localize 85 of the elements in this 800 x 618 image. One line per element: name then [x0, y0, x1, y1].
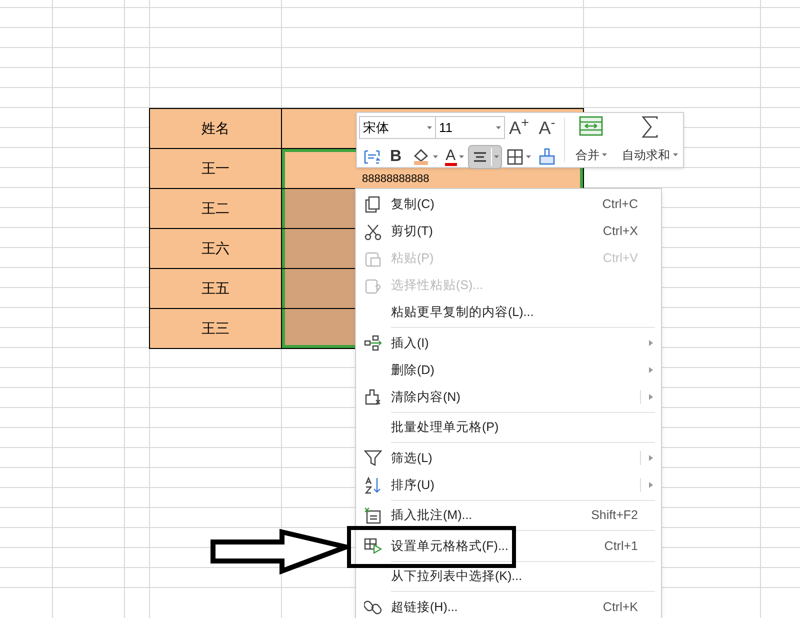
- menu-label: 粘贴更早复制的内容(L)...: [391, 304, 535, 322]
- scissors-icon: [364, 222, 382, 240]
- menu-label: 粘贴(P): [391, 250, 435, 268]
- autosum-button[interactable]: 自动求和: [617, 113, 683, 167]
- submenu-arrow-icon: [649, 394, 653, 400]
- caret-icon: [602, 153, 608, 157]
- submenu-arrow-icon: [649, 367, 653, 373]
- wrap-text-icon: [363, 148, 381, 166]
- menu-item[interactable]: 复制(C) Ctrl+C: [356, 191, 661, 218]
- clipboard-icon: [364, 250, 382, 268]
- shortcut-text: Ctrl+X: [602, 223, 638, 240]
- menu-item[interactable]: 超链接(H)... Ctrl+K: [356, 594, 661, 618]
- menu-label: 排序(U): [391, 476, 436, 494]
- submenu-arrow-icon: [649, 340, 653, 346]
- menu-label: 从下拉列表中选择(K)...: [391, 568, 524, 586]
- table-cell: 王二: [150, 189, 282, 229]
- bold-label: B: [389, 147, 403, 167]
- menu-item[interactable]: 剪切(T) Ctrl+X: [356, 218, 661, 245]
- table-cell: 姓名: [150, 109, 282, 149]
- note-icon: [364, 506, 382, 524]
- menu-label: 筛选(L): [391, 450, 434, 467]
- cell-format-icon: [364, 537, 382, 555]
- shortcut-text: Ctrl+K: [602, 598, 638, 616]
- menu-label: 清除内容(N): [391, 388, 462, 406]
- menu-item[interactable]: 从下拉列表中选择(K)...: [356, 563, 661, 590]
- submenu-arrow-icon: [649, 455, 653, 461]
- menu-item[interactable]: 批量处理单元格(P): [356, 414, 661, 441]
- sigma-icon: [641, 116, 660, 138]
- font-size-value: 11: [439, 118, 452, 137]
- border-grid-icon: [506, 148, 524, 166]
- merge-label: 合并: [575, 147, 600, 164]
- font-size-button[interactable]: A$^{-}$: [533, 118, 561, 136]
- merge-button[interactable]: 合并: [565, 113, 618, 167]
- caret-icon: [432, 155, 438, 159]
- table-cell: 王三: [150, 309, 282, 349]
- caret-icon: [496, 126, 501, 130]
- menu-item[interactable]: 设置单元格格式(F)... Ctrl+1: [356, 532, 661, 560]
- merge-cells-icon: [579, 116, 604, 136]
- font-size-button[interactable]: A$^{+}$: [505, 118, 533, 136]
- menu-label: 批量处理单元格(P): [391, 419, 500, 436]
- menu-item[interactable]: 删除(D): [356, 356, 661, 384]
- menu-label: 超链接(H)...: [391, 598, 459, 616]
- bold-button[interactable]: B: [385, 145, 407, 169]
- filter-icon: [364, 449, 382, 467]
- menu-item[interactable]: 粘贴更早复制的内容(L)...: [356, 299, 661, 326]
- eraser-icon: [364, 388, 382, 406]
- menu-label: 复制(C): [391, 196, 436, 214]
- font-name: 宋体: [363, 118, 389, 137]
- align-button[interactable]: [468, 145, 502, 169]
- table-cell: 王六: [150, 229, 282, 269]
- insert-cells-icon: [364, 334, 382, 352]
- caret-icon: [673, 153, 678, 157]
- fontcolor-button[interactable]: A: [442, 145, 467, 169]
- caret-icon: [458, 155, 464, 159]
- size-select[interactable]: 11: [436, 116, 505, 139]
- sort-az-icon: [364, 476, 382, 494]
- shortcut-text: Ctrl+C: [602, 196, 638, 214]
- font-color-label: A: [444, 148, 457, 166]
- shortcut-text: Ctrl+V: [602, 250, 638, 268]
- caret-icon: [526, 155, 531, 159]
- clipboard-question-icon: [364, 276, 382, 294]
- shortcut-text: Shift+F2: [591, 507, 638, 524]
- font-select[interactable]: 宋体: [359, 116, 436, 139]
- menu-item[interactable]: 插入批注(M)... Shift+F2: [356, 502, 661, 529]
- menu-label: 选择性粘贴(S)...: [391, 277, 484, 294]
- menu-label: 设置单元格格式(F)...: [391, 538, 510, 555]
- link-icon: [364, 598, 382, 616]
- caret-icon: [427, 126, 432, 130]
- copy-icon: [364, 196, 382, 214]
- menu-label: 插入(I): [391, 334, 430, 352]
- table-cell: 王五: [150, 269, 282, 309]
- shortcut-text: Ctrl+1: [604, 538, 638, 555]
- menu-item[interactable]: 插入(I): [356, 330, 661, 356]
- menu-label: 删除(D): [391, 362, 436, 379]
- table-cell: 王一: [150, 149, 282, 189]
- menu-label: 插入批注(M)...: [391, 507, 474, 524]
- menu-label: 剪切(T): [391, 223, 434, 240]
- cell-value: 88888888888: [362, 174, 430, 185]
- menu-item[interactable]: 清除内容(N): [356, 384, 661, 410]
- format-painter-icon: [538, 148, 556, 166]
- caret-icon: [494, 155, 499, 159]
- menu-item[interactable]: 筛选(L): [356, 444, 661, 472]
- menu-item[interactable]: 排序(U): [356, 472, 661, 498]
- submenu-arrow-icon: [649, 482, 653, 488]
- autosum-label: 自动求和: [622, 147, 670, 164]
